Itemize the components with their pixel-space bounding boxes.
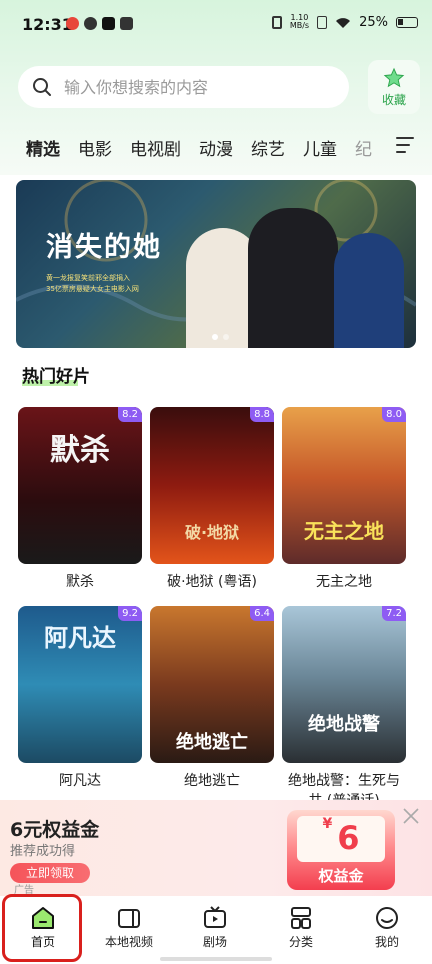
poster-title: 无主之地 <box>304 519 384 543</box>
score-badge: 8.0 <box>382 407 406 422</box>
nav-local-video-label: 本地视频 <box>104 935 153 949</box>
link-icon <box>84 17 97 30</box>
banner-dot <box>223 334 229 340</box>
banner-subtitle-line2: 35亿票房悬疑大女主电影入网 <box>46 285 139 293</box>
grid-icon <box>291 907 311 929</box>
movie-card[interactable]: 无主之地 8.0 无主之地 <box>282 407 406 592</box>
coupon-card[interactable]: ¥ 6 权益金 <box>287 810 395 890</box>
tiktok-icon <box>102 17 115 30</box>
status-app-icons <box>66 17 133 30</box>
movie-card[interactable]: 绝地战警 7.2 绝地战警：生死与共 (普通话) <box>282 606 406 807</box>
tab-featured[interactable]: 精选 <box>26 135 60 160</box>
movie-card[interactable]: 绝地逃亡 6.4 绝地逃亡 <box>150 606 274 791</box>
tab-documentary[interactable]: 纪 <box>355 135 372 160</box>
tab-anime[interactable]: 动漫 <box>199 135 233 160</box>
banner-subtitle-line1: 黄一龙报复笑前邪全部捐入 <box>46 274 130 282</box>
selection-highlight <box>2 894 82 962</box>
net-speed-unit: MB/s <box>289 21 310 30</box>
video-camera-icon <box>118 909 140 928</box>
score-badge: 8.2 <box>118 407 142 422</box>
search-input[interactable] <box>64 77 324 97</box>
mail-icon <box>120 17 133 30</box>
movie-title: 默杀 <box>66 574 94 590</box>
status-bar: 12:31 1.10 MB/s 25% <box>0 0 432 50</box>
banner-actress-right <box>334 233 404 348</box>
net-speed: 1.10 MB/s <box>290 14 309 30</box>
no-sim-icon <box>317 15 328 29</box>
battery-icon <box>396 16 418 28</box>
weibo-icon <box>66 17 79 30</box>
banner-dot-active <box>212 334 218 340</box>
home-indicator <box>160 957 272 961</box>
tab-tv-series[interactable]: 电视剧 <box>130 135 181 160</box>
score-badge: 7.2 <box>382 606 406 621</box>
battery-percent: 25% <box>359 14 388 30</box>
poster-title: 绝地战警 <box>308 714 380 735</box>
tv-play-icon <box>204 906 226 928</box>
nav-theater-label: 剧场 <box>202 935 227 949</box>
search-bar[interactable] <box>18 66 349 108</box>
favorites-label: 收藏 <box>381 92 406 107</box>
nav-profile[interactable]: 我的 <box>344 898 430 964</box>
movie-poster: 绝地战警 7.2 <box>282 606 406 763</box>
banner-actor-center <box>248 208 338 348</box>
close-icon[interactable] <box>402 807 420 825</box>
vibrate-icon <box>271 15 282 29</box>
tab-variety[interactable]: 综艺 <box>251 135 285 160</box>
movie-title: 绝地逃亡 <box>184 773 240 789</box>
movie-title: 破·地狱 (粤语) <box>167 574 257 590</box>
status-indicators: 1.10 MB/s 25% <box>271 14 418 30</box>
movie-poster: 阿凡达 9.2 <box>18 606 142 763</box>
banner-title: 消失的她 <box>46 232 162 263</box>
score-badge: 6.4 <box>250 606 274 621</box>
poster-title: 阿凡达 <box>44 624 116 652</box>
poster-title: 默杀 <box>50 433 110 468</box>
banner-pagination <box>212 334 229 340</box>
category-tabs: 精选 电影 电视剧 动漫 综艺 儿童 纪 <box>0 125 432 169</box>
movie-poster: 无主之地 8.0 <box>282 407 406 564</box>
movie-card[interactable]: 阿凡达 9.2 阿凡达 <box>18 606 142 791</box>
claim-button[interactable]: 立即领取 <box>10 863 90 883</box>
section-title: 热门好片 <box>22 362 90 387</box>
movie-title: 阿凡达 <box>59 773 101 789</box>
coupon-amount-box: ¥ 6 <box>297 816 385 862</box>
movie-card[interactable]: 默杀 8.2 默杀 <box>18 407 142 592</box>
coupon-amount: 6 <box>337 819 360 857</box>
nav-theater[interactable]: 剧场 <box>172 898 258 964</box>
featured-banner[interactable]: 消失的她 黄一龙报复笑前邪全部捐入 35亿票房悬疑大女主电影入网 <box>16 180 416 348</box>
banner-subtitle: 黄一龙报复笑前邪全部捐入 35亿票房悬疑大女主电影入网 <box>46 273 139 295</box>
promo-subtitle: 推荐成功得 <box>10 844 76 859</box>
tab-movies[interactable]: 电影 <box>78 135 112 160</box>
tab-menu-icon[interactable] <box>396 137 414 153</box>
promo-title: 6元权益金 <box>10 819 100 841</box>
nav-local-video[interactable]: 本地视频 <box>86 898 172 964</box>
coupon-currency: ¥ <box>322 816 333 832</box>
score-badge: 8.8 <box>250 407 274 422</box>
favorites-button[interactable]: 收藏 <box>368 60 420 114</box>
movie-poster: 默杀 8.2 <box>18 407 142 564</box>
score-badge: 9.2 <box>118 606 142 621</box>
nav-profile-label: 我的 <box>374 935 399 949</box>
promo-banner[interactable]: 6元权益金 推荐成功得 立即领取 广告 ¥ 6 权益金 <box>0 800 432 896</box>
movie-poster: 绝地逃亡 6.4 <box>150 606 274 763</box>
coupon-label: 权益金 <box>318 867 364 885</box>
movie-card[interactable]: 破·地狱 8.8 破·地狱 (粤语) <box>150 407 274 592</box>
nav-category[interactable]: 分类 <box>258 898 344 964</box>
movie-poster: 破·地狱 8.8 <box>150 407 274 564</box>
search-icon <box>33 78 51 96</box>
poster-title: 绝地逃亡 <box>176 732 248 753</box>
movie-title: 无主之地 <box>316 574 372 590</box>
star-icon <box>383 67 405 87</box>
wifi-icon <box>336 17 351 28</box>
nav-category-label: 分类 <box>288 935 313 949</box>
tab-kids[interactable]: 儿童 <box>303 135 337 160</box>
smiley-icon <box>376 907 398 929</box>
poster-title: 破·地狱 <box>184 523 240 542</box>
